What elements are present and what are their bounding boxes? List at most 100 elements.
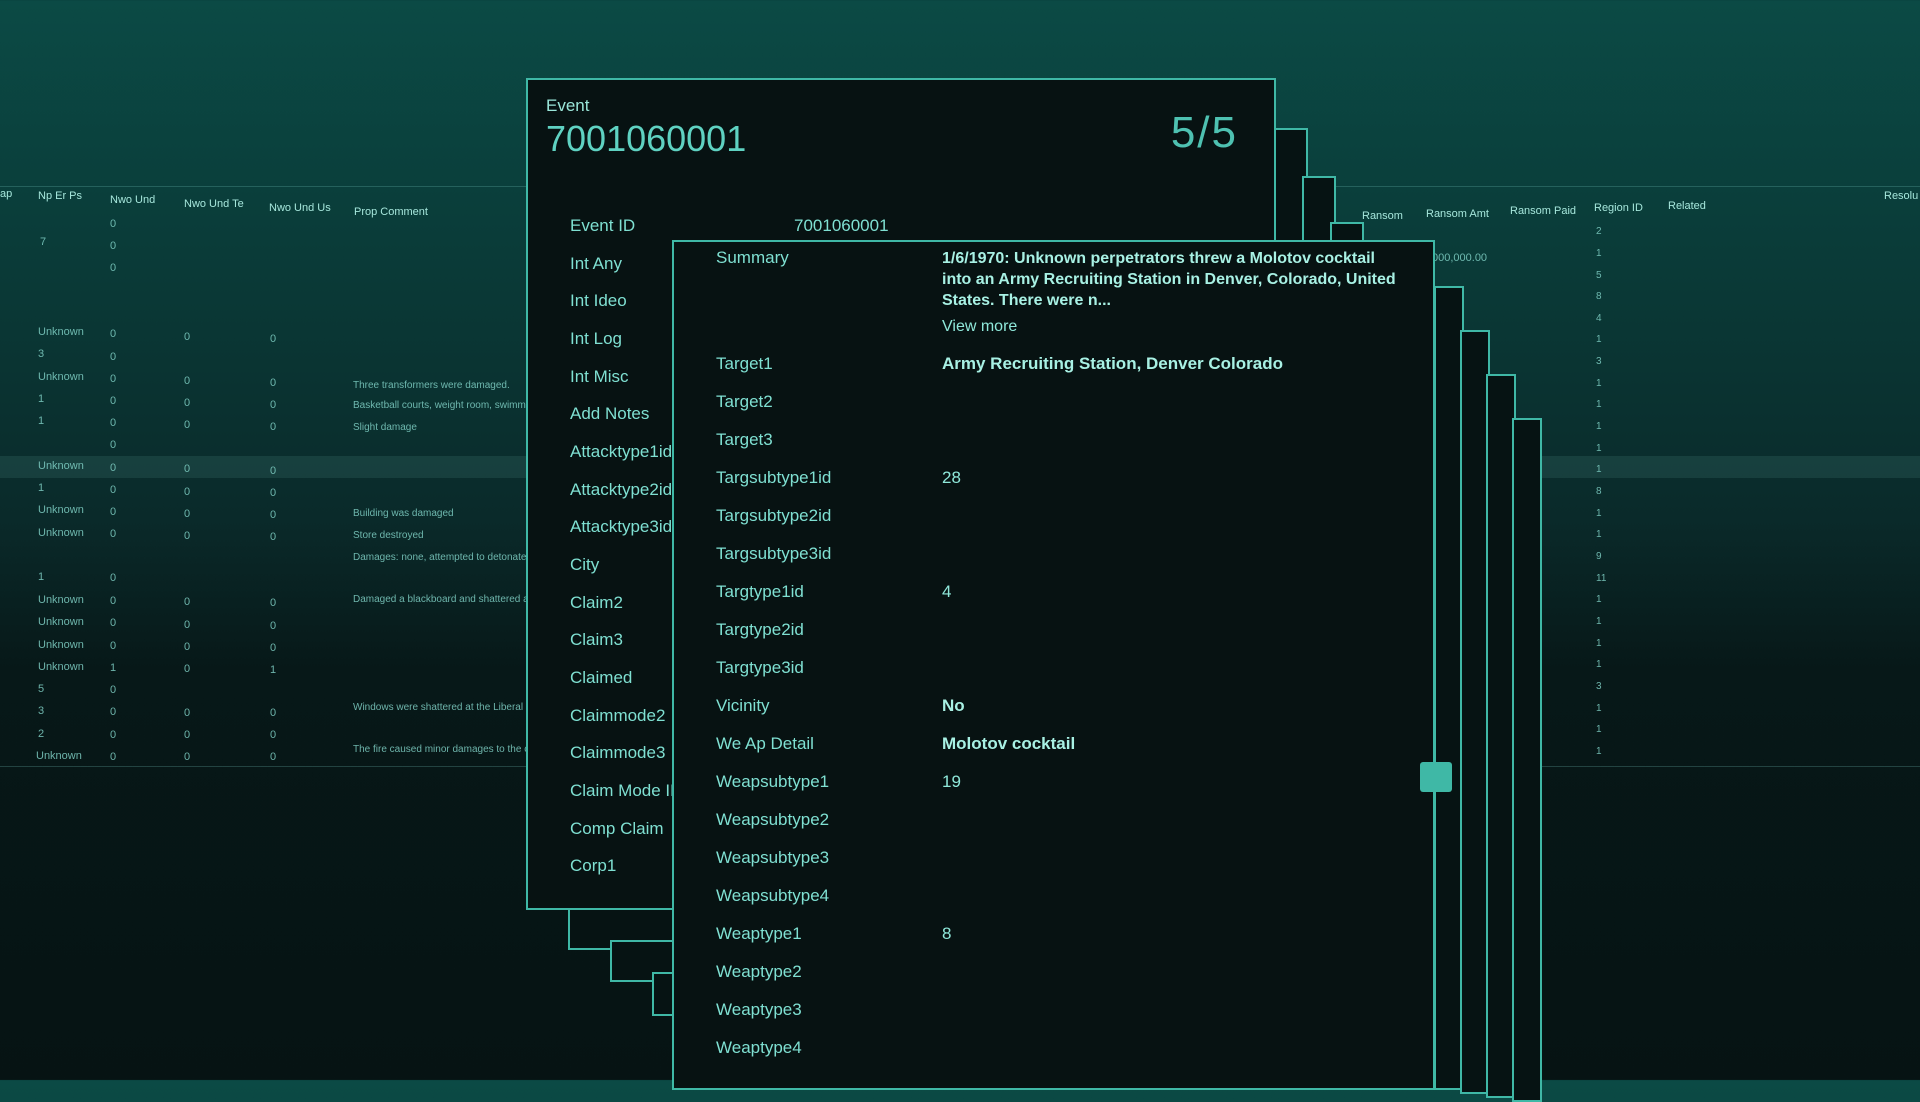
header-nwo-und-us[interactable]: Nwo Und Us xyxy=(269,202,331,214)
event-card-front[interactable]: Summary 1/6/1970: Unknown perpetrators t… xyxy=(672,240,1435,1090)
cell-nwo-und-us: 0 xyxy=(270,377,277,389)
cell-nwo-und: 0 xyxy=(110,640,117,652)
cell-nwo-und: 0 xyxy=(110,484,117,496)
field-label: Corp1 xyxy=(570,856,617,875)
field-label: Claim3 xyxy=(570,630,623,649)
cell-nwo-und-us: 0 xyxy=(270,531,277,543)
row-label: Targsubtype1id xyxy=(716,468,832,487)
cell-region: 1 xyxy=(1596,746,1602,757)
cell-nwo-und-us: 0 xyxy=(270,751,277,763)
cell-np: Unknown xyxy=(38,326,84,338)
cell-region: 1 xyxy=(1596,703,1602,714)
row-value: 28 xyxy=(942,468,961,487)
header-ransom[interactable]: Ransom xyxy=(1362,210,1403,222)
row-label: Targsubtype3id xyxy=(716,544,832,563)
cell-nwo-und-te: 0 xyxy=(184,463,191,475)
cell-np: Unknown xyxy=(38,616,84,628)
row-label: Target2 xyxy=(716,392,773,411)
cell-region: 2 xyxy=(1596,226,1602,237)
cell-prop-comment: Windows were shattered at the Liberal xyxy=(353,702,524,713)
row-label: Target3 xyxy=(716,430,773,449)
header-ap[interactable]: ap xyxy=(0,188,12,200)
row-label: Weaptype1 xyxy=(716,924,802,943)
cell-nwo-und-us: 0 xyxy=(270,421,277,433)
field-label: Int Misc xyxy=(570,367,629,386)
row-label: We Ap Detail xyxy=(716,734,814,753)
cell-prop-comment: Slight damage xyxy=(353,422,417,433)
cell-nwo-und: 0 xyxy=(110,351,117,363)
cell-np: 1 xyxy=(38,482,45,494)
cell-np: Unknown xyxy=(38,504,84,516)
row-label: Weapsubtype4 xyxy=(716,886,830,905)
cell-nwo-und: 0 xyxy=(110,751,117,763)
cell-nwo-und: 0 xyxy=(110,417,117,429)
header-resolution[interactable]: Resolu xyxy=(1884,190,1918,202)
cell-nwo-und: 0 xyxy=(110,706,117,718)
cell-region: 1 xyxy=(1596,638,1602,649)
cell-nwo-und-te: 0 xyxy=(184,486,191,498)
cell-nwo-und-te: 0 xyxy=(184,375,191,387)
cell-nwo-und: 0 xyxy=(110,506,117,518)
cell-np: 5 xyxy=(38,683,45,695)
cell-region: 5 xyxy=(1596,270,1602,281)
cell-region: 1 xyxy=(1596,529,1602,540)
cell-np: 2 xyxy=(38,728,45,740)
cell-np: Unknown xyxy=(38,639,84,651)
field-label: Int Ideo xyxy=(570,291,627,310)
field-label: Attacktype1id xyxy=(570,442,673,461)
header-nwo-und[interactable]: Nwo Und xyxy=(110,194,155,206)
cell-nwo-und-te: 0 xyxy=(184,751,191,763)
field-label: Event ID xyxy=(570,216,636,235)
cell-nwo-und-te: 0 xyxy=(184,729,191,741)
header-np-er-ps[interactable]: Np Er Ps xyxy=(38,190,82,202)
cell-region: 3 xyxy=(1596,681,1602,692)
row-label: Vicinity xyxy=(716,696,770,715)
row-label: Weapsubtype2 xyxy=(716,810,830,829)
cell-np: Unknown xyxy=(38,527,84,539)
header-nwo-und-te[interactable]: Nwo Und Te xyxy=(184,198,244,210)
header-ransom-amt[interactable]: Ransom Amt xyxy=(1426,208,1489,220)
row-value: 8 xyxy=(942,924,952,943)
cell-np: 7 xyxy=(40,236,47,248)
cell-nwo-und-us: 0 xyxy=(270,620,277,632)
cell-np: Unknown xyxy=(36,750,82,762)
field-label: Claim Mode ID xyxy=(570,781,683,800)
scrollbar-handle[interactable] xyxy=(1420,762,1452,792)
cell-nwo-und-us: 0 xyxy=(270,399,277,411)
cell-nwo-und: 0 xyxy=(110,572,117,584)
header-prop-comment[interactable]: Prop Comment xyxy=(354,206,428,218)
field-label: Attacktype3id xyxy=(570,517,673,536)
cell-np: Unknown xyxy=(38,460,84,472)
cell-nwo-und-us: 1 xyxy=(270,664,277,676)
cell-nwo-und-te: 0 xyxy=(184,619,191,631)
cell-np: 3 xyxy=(38,705,45,717)
event-label: Event xyxy=(546,96,590,115)
field-label: Add Notes xyxy=(570,404,650,423)
header-related[interactable]: Related xyxy=(1668,200,1706,212)
row-label: Targtype1id xyxy=(716,582,804,601)
cell-nwo-und-te: 0 xyxy=(184,508,191,520)
row-value: Army Recruiting Station, Denver Colorado xyxy=(942,354,1283,373)
view-more-link[interactable]: View more xyxy=(942,318,1017,336)
row-value: Molotov cocktail xyxy=(942,734,1076,753)
cell-nwo-und-us: 0 xyxy=(270,729,277,741)
cell-np: 1 xyxy=(38,415,45,427)
cell-nwo-und-te: 0 xyxy=(184,419,191,431)
cell-prop-comment: Damages: none, attempted to detonate xyxy=(353,552,527,563)
row-label: Targtype2id xyxy=(716,620,804,639)
header-ransom-paid[interactable]: Ransom Paid xyxy=(1510,205,1576,217)
cell-nwo-und-te: 0 xyxy=(184,530,191,542)
cell-nwo-und: 0 xyxy=(110,528,117,540)
cell-region: 1 xyxy=(1596,594,1602,605)
header-region-id[interactable]: Region ID xyxy=(1594,202,1643,214)
cell-prop-comment: Building was damaged xyxy=(353,508,454,519)
field-label: Claim2 xyxy=(570,593,623,612)
summary-text: 1/6/1970: Unknown perpetrators threw a M… xyxy=(942,250,1396,309)
cell-nwo-und: 0 xyxy=(110,439,117,451)
cell-region: 3 xyxy=(1596,356,1602,367)
cell-nwo-und: 1 xyxy=(110,662,117,674)
cell-nwo-und: 0 xyxy=(110,462,117,474)
field-label: Attacktype2id xyxy=(570,480,673,499)
cell-region: 1 xyxy=(1596,724,1602,735)
cell-nwo-und-us: 0 xyxy=(270,509,277,521)
